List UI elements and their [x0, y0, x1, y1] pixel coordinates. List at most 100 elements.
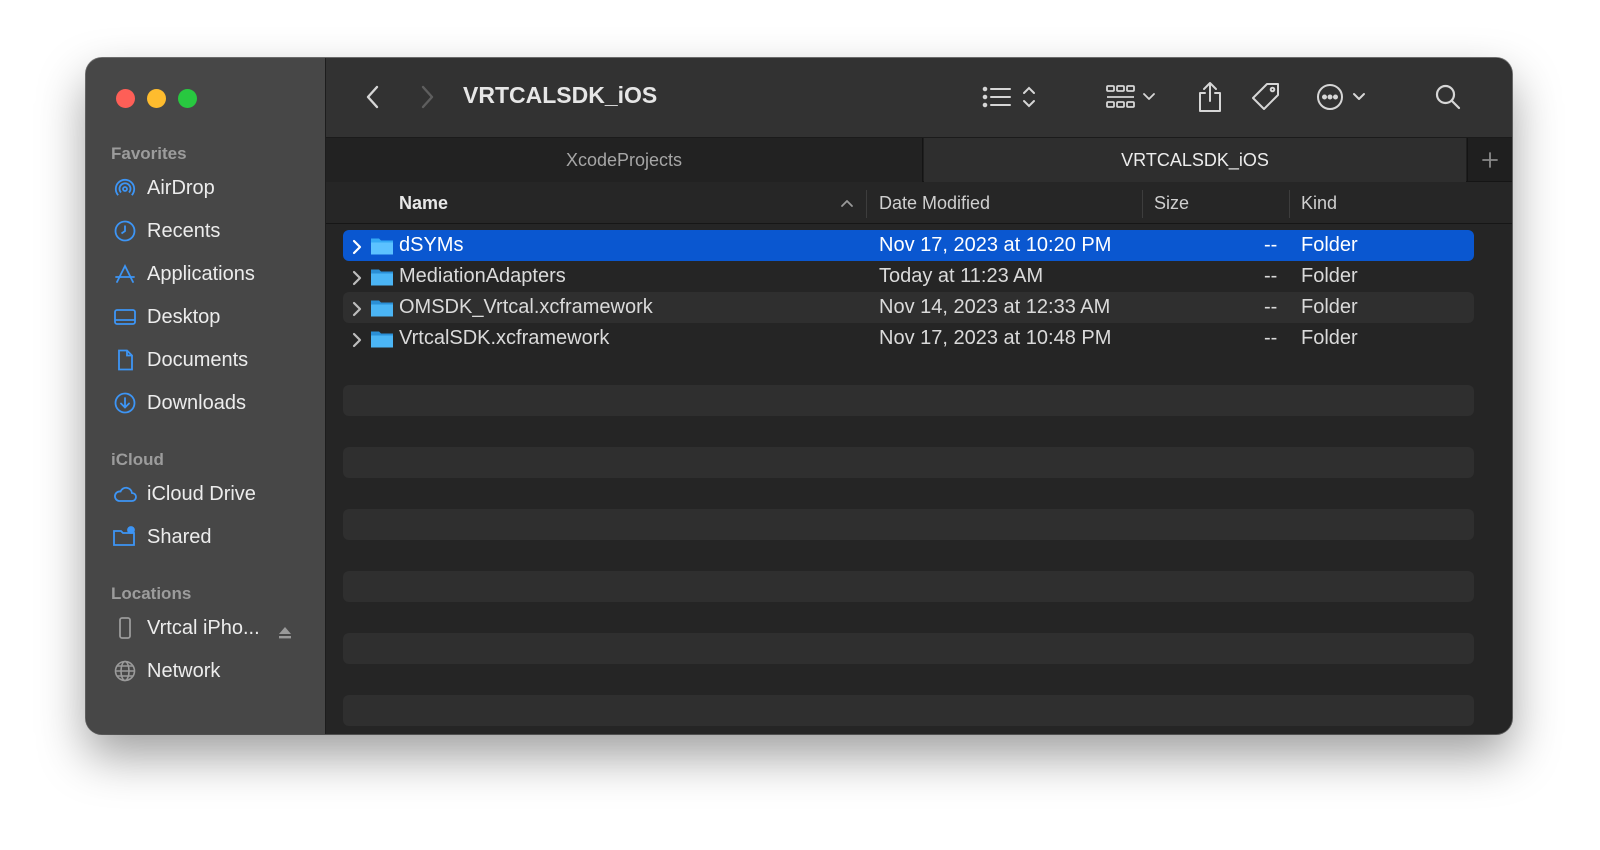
forward-button[interactable] — [410, 78, 444, 116]
close-window-button[interactable] — [116, 89, 135, 108]
file-kind: Folder — [1301, 265, 1358, 287]
more-actions-button[interactable] — [1315, 78, 1375, 116]
column-kind-header[interactable]: Kind — [1301, 182, 1337, 224]
file-kind: Folder — [1301, 327, 1358, 349]
column-date-header[interactable]: Date Modified — [879, 182, 990, 224]
sidebar-item-shared[interactable]: Shared — [112, 521, 312, 553]
sidebar-item-icloud-drive[interactable]: iCloud Drive — [112, 478, 312, 510]
sidebar-item-label: Downloads — [147, 391, 246, 414]
disclosure-chevron-icon[interactable] — [351, 300, 363, 317]
chevron-right-icon — [421, 85, 434, 109]
window-controls — [116, 89, 197, 108]
disclosure-chevron-icon[interactable] — [351, 238, 363, 255]
sidebar-item-label: Documents — [147, 348, 249, 371]
tab-vrtcalsdk-ios[interactable]: VRTCALSDK_iOS — [924, 138, 1466, 182]
zoom-window-button[interactable] — [178, 89, 197, 108]
list-item[interactable]: VrtcalSDK.xcframework Nov 17, 2023 at 10… — [343, 323, 1474, 354]
applications-icon — [112, 261, 138, 287]
view-options-button[interactable] — [982, 78, 1044, 116]
search-button[interactable] — [1430, 78, 1466, 116]
plus-icon — [1481, 152, 1498, 168]
tag-icon — [1252, 83, 1279, 110]
minimize-window-button[interactable] — [147, 89, 166, 108]
folder-icon — [370, 329, 394, 349]
toolbar: VRTCALSDK_iOS — [326, 58, 1512, 138]
file-size: -- — [1264, 234, 1278, 256]
desktop-icon — [112, 304, 138, 330]
file-date: Nov 17, 2023 at 10:20 PM — [879, 234, 1112, 256]
empty-row-stripe — [343, 571, 1474, 602]
sidebar-item-label: Applications — [147, 262, 255, 285]
empty-row-stripe — [343, 509, 1474, 540]
file-kind: Folder — [1301, 234, 1358, 256]
disclosure-chevron-icon[interactable] — [351, 269, 363, 286]
sidebar-item-applications[interactable]: Applications — [112, 258, 312, 290]
globe-icon — [112, 658, 138, 684]
share-icon — [1199, 82, 1221, 112]
folder-icon — [370, 236, 394, 256]
clock-icon — [112, 218, 138, 244]
finder-window: Favorites AirDrop Recents Applications D… — [86, 58, 1512, 734]
list-view-icon — [982, 86, 1035, 108]
file-name: dSYMs — [399, 234, 464, 256]
sidebar-item-recents[interactable]: Recents — [112, 215, 312, 247]
sidebar-item-label: AirDrop — [147, 176, 215, 199]
download-icon — [112, 390, 138, 416]
chevron-left-icon — [366, 85, 379, 109]
file-name: VrtcalSDK.xcframework — [399, 327, 610, 349]
file-name: OMSDK_Vrtcal.xcframework — [399, 296, 653, 318]
document-icon — [112, 347, 138, 373]
sidebar-item-desktop[interactable]: Desktop — [112, 301, 312, 333]
list-item[interactable]: OMSDK_Vrtcal.xcframework Nov 14, 2023 at… — [343, 292, 1474, 323]
sidebar-section-locations: Locations — [111, 584, 192, 603]
group-button[interactable] — [1105, 78, 1167, 116]
column-name-header[interactable]: Name — [399, 182, 448, 224]
shared-folder-icon — [112, 524, 138, 550]
window-title: VRTCALSDK_iOS — [463, 82, 658, 108]
tag-button[interactable] — [1246, 78, 1286, 116]
grid-icon — [1106, 85, 1155, 108]
file-date: Today at 11:23 AM — [879, 265, 1044, 287]
airdrop-icon — [112, 175, 138, 201]
file-size: -- — [1264, 327, 1278, 349]
empty-row-stripe — [343, 633, 1474, 664]
tab-xcodeprojects[interactable]: XcodeProjects — [326, 138, 923, 182]
empty-row-stripe — [343, 695, 1474, 726]
sidebar-item-label: Shared — [147, 525, 212, 548]
sidebar-item-airdrop[interactable]: AirDrop — [112, 172, 312, 204]
file-kind: Folder — [1301, 296, 1358, 318]
search-icon — [1435, 84, 1461, 110]
main-content: VRTCALSDK_iOS XcodeProjects VRTCALSDK_iO… — [326, 58, 1512, 734]
sidebar-item-label: Desktop — [147, 305, 221, 328]
empty-row-stripe — [343, 447, 1474, 478]
file-size: -- — [1264, 265, 1278, 287]
column-size-header[interactable]: Size — [1154, 182, 1189, 224]
sidebar-item-label: iCloud Drive — [147, 482, 256, 505]
sidebar-item-documents[interactable]: Documents — [112, 344, 312, 376]
sidebar-item-label: Recents — [147, 219, 221, 242]
list-item[interactable]: dSYMs Nov 17, 2023 at 10:20 PM -- Folder — [343, 230, 1474, 261]
sidebar-item-label: Vrtcal iPho... — [147, 616, 260, 639]
back-button[interactable] — [356, 78, 390, 116]
share-button[interactable] — [1192, 78, 1228, 116]
file-date: Nov 17, 2023 at 10:48 PM — [879, 327, 1112, 349]
iphone-icon — [112, 615, 138, 641]
new-tab-button[interactable] — [1467, 138, 1511, 182]
sidebar-section-icloud: iCloud — [111, 450, 164, 469]
folder-icon — [370, 267, 394, 287]
sidebar-item-label: Network — [147, 659, 221, 682]
file-name: MediationAdapters — [399, 265, 566, 287]
sidebar-item-downloads[interactable]: Downloads — [112, 387, 312, 419]
eject-icon[interactable] — [276, 624, 294, 642]
sidebar: Favorites AirDrop Recents Applications D… — [86, 58, 326, 734]
ellipsis-circle-icon — [1317, 84, 1365, 110]
disclosure-chevron-icon[interactable] — [351, 331, 363, 348]
sidebar-item-network[interactable]: Network — [112, 655, 312, 687]
cloud-icon — [112, 481, 138, 507]
list-item[interactable]: MediationAdapters Today at 11:23 AM -- F… — [343, 261, 1474, 292]
file-date: Nov 14, 2023 at 12:33 AM — [879, 296, 1111, 318]
folder-icon — [370, 298, 394, 318]
sort-ascending-icon[interactable] — [840, 182, 854, 224]
sidebar-section-favorites: Favorites — [111, 144, 187, 163]
column-header: Name Date Modified Size Kind — [326, 182, 1512, 224]
